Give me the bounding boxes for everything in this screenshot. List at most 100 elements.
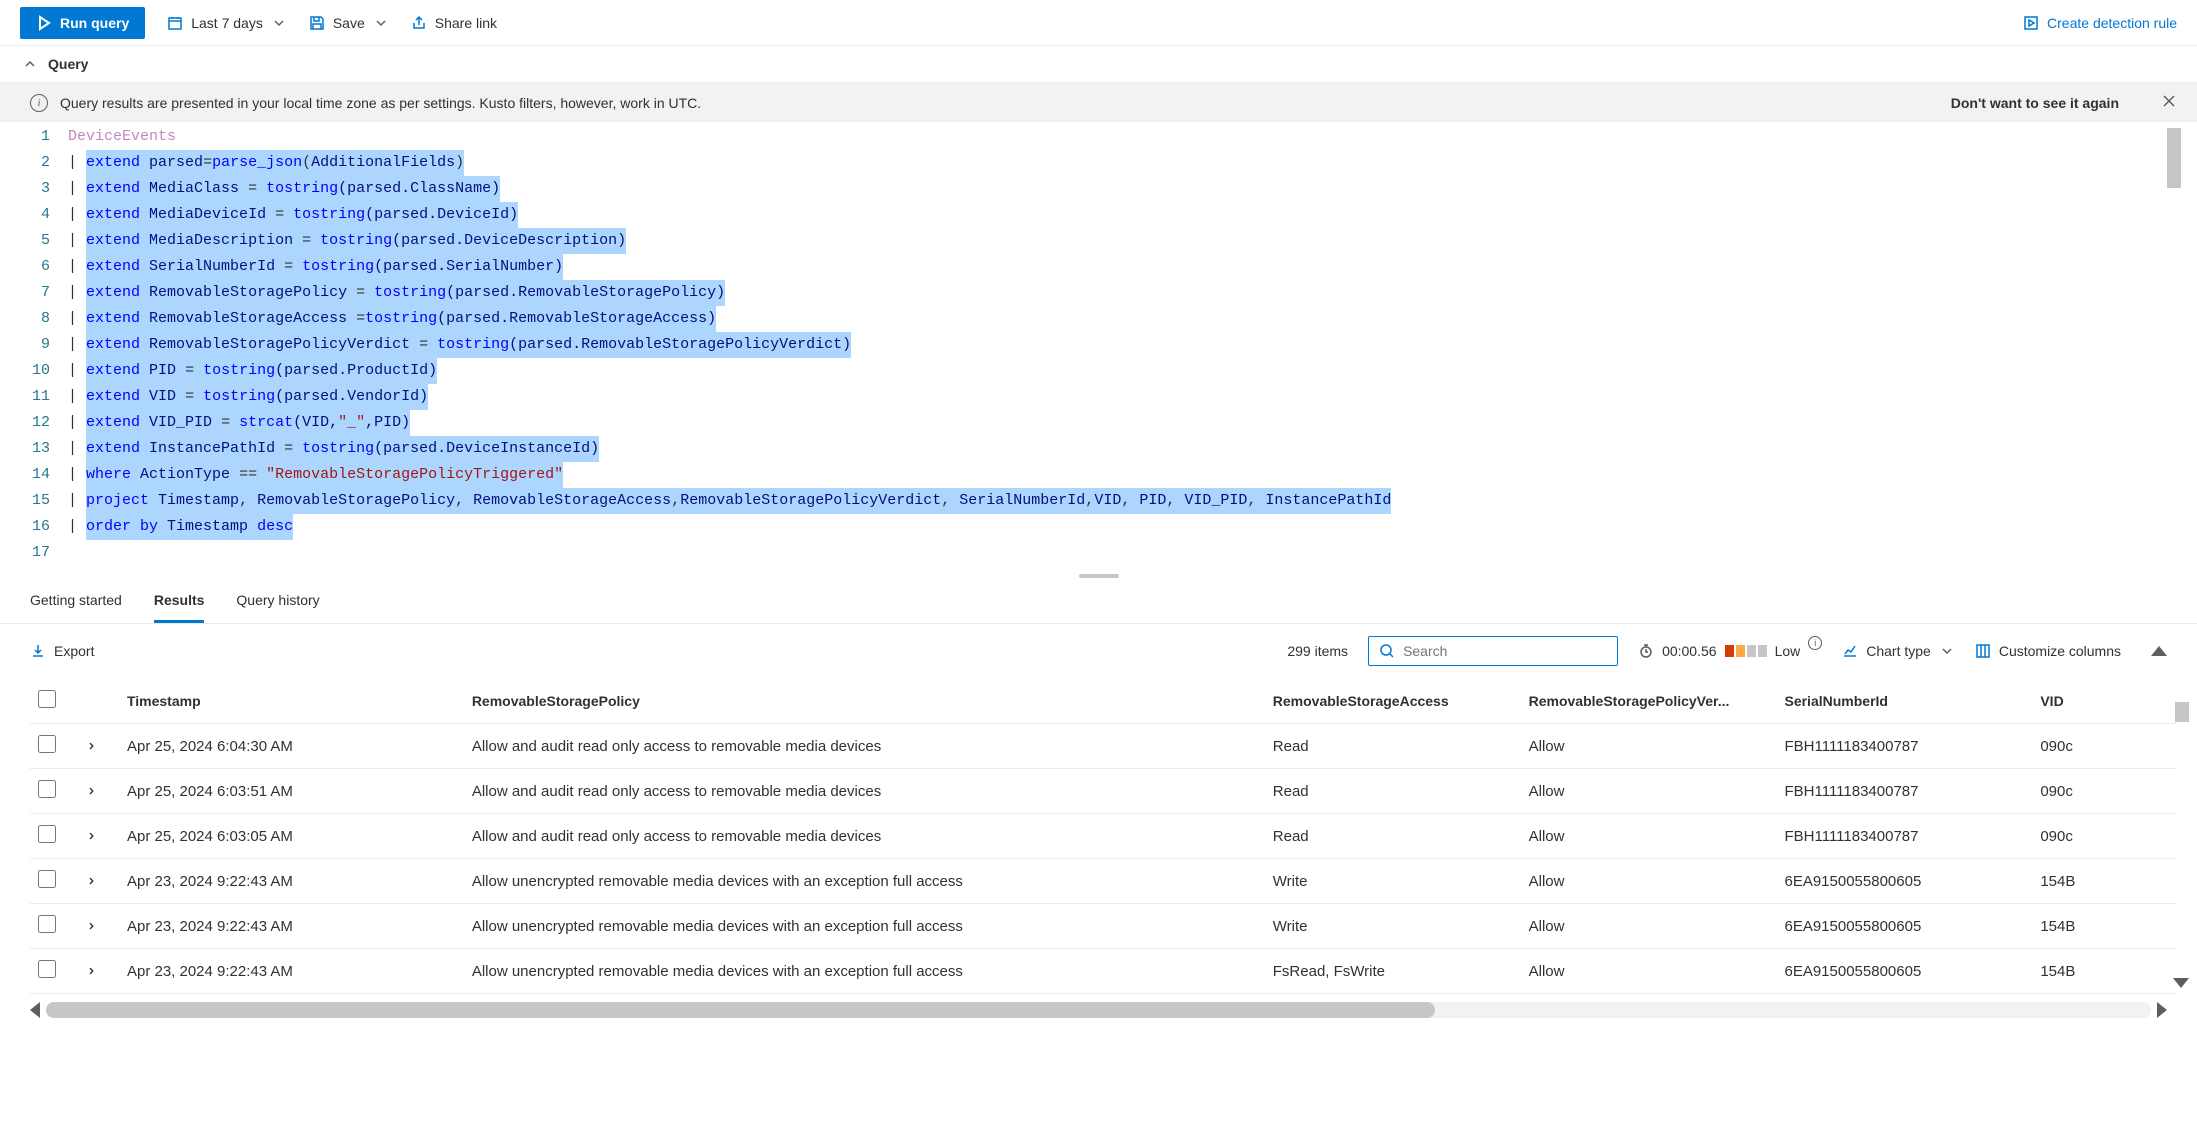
col-timestamp[interactable]: Timestamp: [119, 678, 464, 724]
scroll-down-button[interactable]: [2173, 978, 2189, 988]
cell-verdict: Allow: [1521, 859, 1777, 904]
table-row[interactable]: ⌄Apr 25, 2024 6:04:30 AMAllow and audit …: [30, 724, 2177, 769]
perf-bars-icon: [1725, 645, 1767, 657]
expand-row-button[interactable]: ⌄: [79, 874, 99, 887]
table-row[interactable]: ⌄Apr 23, 2024 9:22:43 AMAllow unencrypte…: [30, 949, 2177, 994]
expand-row-button[interactable]: ⌄: [79, 739, 99, 752]
cell-access: Read: [1265, 814, 1521, 859]
tab-query-history[interactable]: Query history: [236, 580, 319, 623]
chevron-down-icon: [373, 15, 389, 31]
chart-type-label: Chart type: [1866, 643, 1931, 659]
query-section-header[interactable]: Query: [0, 46, 2197, 83]
results-search-box[interactable]: [1368, 636, 1618, 666]
query-editor[interactable]: 1234567891011121314151617 DeviceEvents| …: [0, 122, 2197, 572]
chart-type-picker[interactable]: Chart type: [1842, 643, 1955, 659]
search-icon: [1379, 643, 1395, 659]
expand-row-button[interactable]: ⌄: [79, 829, 99, 842]
banner-text: Query results are presented in your loca…: [60, 95, 701, 111]
top-toolbar: Run query Last 7 days Save Share link Cr…: [0, 0, 2197, 46]
col-vid[interactable]: VID: [2032, 678, 2177, 724]
results-toolbar: Export 299 items 00:00.56 Low i Chart ty…: [0, 624, 2197, 678]
table-vertical-scrollbar[interactable]: [2175, 678, 2193, 1024]
line-number-gutter: 1234567891011121314151617: [0, 124, 68, 570]
timing-value: 00:00.56: [1662, 643, 1717, 659]
save-icon: [309, 15, 325, 31]
expand-row-button[interactable]: ⌄: [79, 964, 99, 977]
col-access[interactable]: RemovableStorageAccess: [1265, 678, 1521, 724]
cell-verdict: Allow: [1521, 814, 1777, 859]
cell-policy: Allow unencrypted removable media device…: [464, 859, 1265, 904]
cell-serial: FBH1111183400787: [1776, 814, 2032, 859]
table-row[interactable]: ⌄Apr 25, 2024 6:03:51 AMAllow and audit …: [30, 769, 2177, 814]
cell-vid: 090c: [2032, 724, 2177, 769]
info-icon[interactable]: i: [1808, 636, 1822, 650]
query-header-label: Query: [48, 56, 88, 72]
export-button[interactable]: Export: [30, 643, 94, 659]
table-row[interactable]: ⌄ Apr 23, 2024 9:22:43 AMAllow unencrypte…: [30, 859, 2177, 904]
stopwatch-icon: [1638, 643, 1654, 659]
item-count: 299 items: [1287, 643, 1348, 659]
share-link-button[interactable]: Share link: [411, 15, 497, 31]
editor-vertical-scrollbar[interactable]: [2167, 128, 2187, 566]
play-icon: [36, 15, 52, 31]
run-query-label: Run query: [60, 15, 129, 31]
select-all-checkbox[interactable]: [38, 690, 56, 708]
row-checkbox[interactable]: [38, 735, 56, 753]
close-icon: [2161, 93, 2177, 109]
results-table: Timestamp RemovableStoragePolicy Removab…: [30, 678, 2177, 994]
cell-timestamp: Apr 23, 2024 9:22:43 AM: [119, 859, 464, 904]
query-performance: 00:00.56 Low i: [1638, 643, 1822, 659]
row-checkbox[interactable]: [38, 960, 56, 978]
create-rule-label: Create detection rule: [2047, 15, 2177, 31]
cell-vid: 154B: [2032, 949, 2177, 994]
cell-policy: Allow and audit read only access to remo…: [464, 769, 1265, 814]
cell-policy: Allow and audit read only access to remo…: [464, 724, 1265, 769]
scroll-up-button[interactable]: [2151, 646, 2167, 656]
perf-label: Low: [1775, 643, 1801, 659]
cell-access: Write: [1265, 904, 1521, 949]
cell-vid: 090c: [2032, 769, 2177, 814]
cell-verdict: Allow: [1521, 949, 1777, 994]
col-serial[interactable]: SerialNumberId: [1776, 678, 2032, 724]
code-area[interactable]: DeviceEvents| extend parsed=parse_json(A…: [68, 124, 2197, 570]
save-button[interactable]: Save: [309, 15, 389, 31]
banner-dismiss-link[interactable]: Don't want to see it again: [1951, 95, 2119, 111]
table-row[interactable]: ⌄Apr 25, 2024 6:03:05 AMAllow and audit …: [30, 814, 2177, 859]
table-horizontal-scrollbar[interactable]: [30, 1002, 2167, 1018]
row-checkbox[interactable]: [38, 915, 56, 933]
cell-timestamp: Apr 23, 2024 9:22:43 AM: [119, 904, 464, 949]
run-query-button[interactable]: Run query: [20, 7, 145, 39]
cell-vid: 090c: [2032, 814, 2177, 859]
save-label: Save: [333, 15, 365, 31]
expand-row-button[interactable]: ⌄: [79, 784, 99, 797]
timezone-info-banner: i Query results are presented in your lo…: [0, 83, 2197, 122]
customize-label: Customize columns: [1999, 643, 2121, 659]
cell-serial: 6EA9150055800605: [1776, 904, 2032, 949]
expand-row-button[interactable]: ⌄: [79, 919, 99, 932]
row-checkbox[interactable]: [38, 870, 56, 888]
chevron-up-icon: [22, 56, 38, 72]
banner-close-button[interactable]: [2161, 93, 2177, 112]
panel-drag-handle[interactable]: [0, 572, 2197, 580]
columns-icon: [1975, 643, 1991, 659]
tab-results[interactable]: Results: [154, 580, 205, 623]
results-table-wrap: Timestamp RemovableStoragePolicy Removab…: [0, 678, 2197, 994]
customize-columns-button[interactable]: Customize columns: [1975, 643, 2121, 659]
row-checkbox[interactable]: [38, 780, 56, 798]
cell-serial: 6EA9150055800605: [1776, 949, 2032, 994]
row-checkbox[interactable]: [38, 825, 56, 843]
scroll-right-button[interactable]: [2157, 1002, 2167, 1018]
search-input[interactable]: [1403, 643, 1607, 659]
time-range-picker[interactable]: Last 7 days: [167, 15, 287, 31]
col-verdict[interactable]: RemovableStoragePolicyVer...: [1521, 678, 1777, 724]
cell-verdict: Allow: [1521, 904, 1777, 949]
tab-getting-started[interactable]: Getting started: [30, 580, 122, 623]
create-detection-rule-button[interactable]: Create detection rule: [2023, 15, 2177, 31]
table-row[interactable]: ⌄Apr 23, 2024 9:22:43 AMAllow unencrypte…: [30, 904, 2177, 949]
cell-access: Write: [1265, 859, 1521, 904]
col-policy[interactable]: RemovableStoragePolicy: [464, 678, 1265, 724]
cell-vid: 154B: [2032, 904, 2177, 949]
chevron-down-icon: [1939, 643, 1955, 659]
scroll-left-button[interactable]: [30, 1002, 40, 1018]
chevron-down-icon: [271, 15, 287, 31]
